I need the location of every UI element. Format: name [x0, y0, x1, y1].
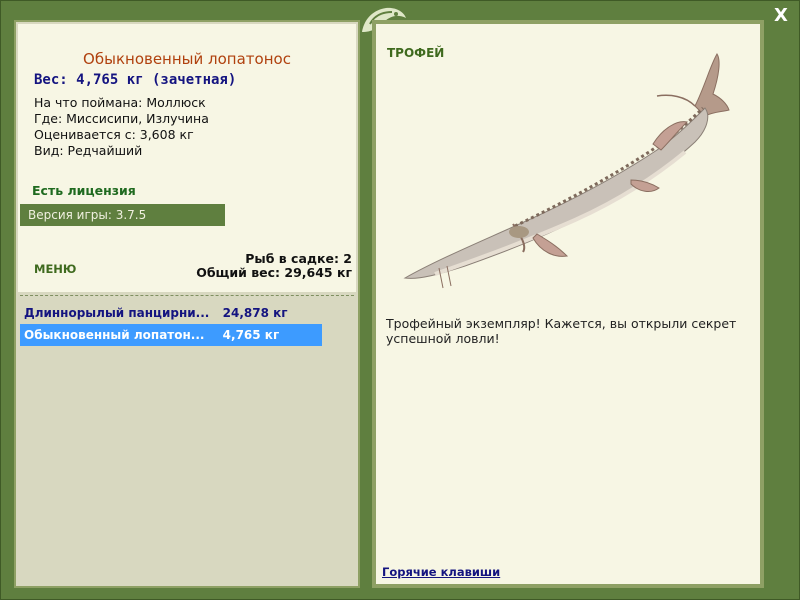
keepnet-stats: Рыб в садке: 2 Общий вес: 29,645 кг	[196, 252, 352, 280]
fish-weight: Вес: 4,765 кг (зачетная)	[34, 72, 237, 88]
fish-image	[403, 53, 730, 289]
fish-count: Рыб в садке: 2	[245, 251, 352, 266]
hotkeys-link[interactable]: Горячие клавиши	[382, 565, 500, 579]
detail-valued-from: Оценивается с: 3,608 кг	[34, 127, 194, 142]
list-item-weight: 24,878 кг	[222, 306, 288, 320]
fish-list: Длиннорылый панцирни... 24,878 кг Обыкно…	[20, 302, 322, 346]
divider	[20, 295, 354, 296]
license-status: Есть лицензия	[32, 183, 136, 198]
detail-location: Где: Миссисипи, Излучина	[34, 111, 209, 126]
fish-details: На что поймана: Моллюск Где: Миссисипи, …	[34, 95, 209, 159]
total-weight: Общий вес: 29,645 кг	[196, 265, 352, 280]
close-button[interactable]: X	[768, 4, 794, 28]
fish-name-title: Обыкновенный лопатонос	[83, 50, 291, 68]
detail-species-rarity: Вид: Редчайший	[34, 143, 143, 158]
menu-button[interactable]: МЕНЮ	[34, 262, 76, 276]
list-item-weight: 4,765 кг	[222, 328, 280, 342]
list-item-name: Обыкновенный лопатон...	[24, 328, 205, 342]
game-version: Версия игры: 3.7.5	[20, 204, 225, 226]
list-item-name: Длиннорылый панцирни...	[24, 306, 210, 320]
list-item-selected[interactable]: Обыкновенный лопатон... 4,765 кг	[20, 324, 322, 346]
trophy-description: Трофейный экземпляр! Кажется, вы открыли…	[386, 316, 737, 346]
detail-bait: На что поймана: Моллюск	[34, 95, 206, 110]
list-item[interactable]: Длиннорылый панцирни... 24,878 кг	[20, 302, 322, 324]
